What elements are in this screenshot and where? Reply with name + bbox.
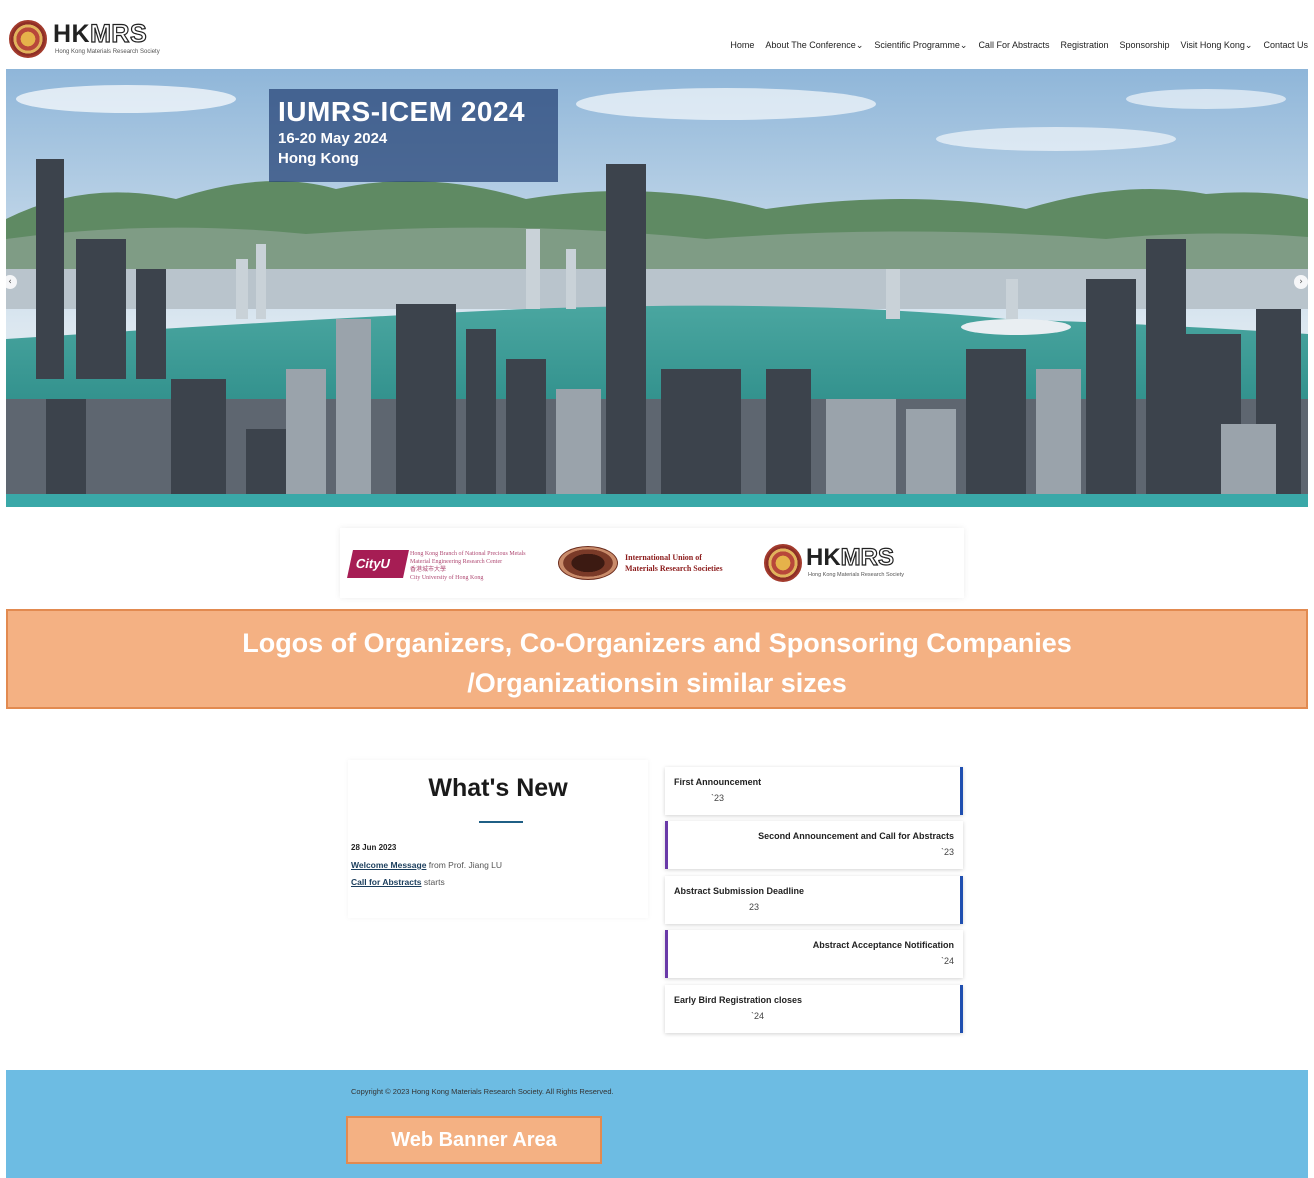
whats-new-title: What's New [428, 774, 568, 802]
hero-date: 16-20 May 2024 [278, 130, 388, 147]
timeline-item: Abstract Submission Deadline 23 [665, 876, 963, 924]
news-item-text: starts [421, 877, 445, 887]
hero-title: IUMRS-ICEM 2024 [278, 96, 526, 127]
hero-carousel[interactable]: IUMRS-ICEM 2024 16-20 May 2024 Hong Kong… [6, 69, 1308, 494]
logo-subtitle: Hong Kong Materials Research Society [55, 49, 160, 55]
hkmrs-seal-icon[interactable] [764, 544, 802, 582]
nav-visit-hong-kong[interactable]: Visit Hong Kong⌄ [1181, 40, 1253, 51]
cityu-logo-text: Hong Kong Branch of National Precious Me… [410, 550, 526, 582]
page: HKMRS Hong Kong Materials Research Socie… [0, 0, 1314, 1178]
news-item: Welcome Message from Prof. Jiang LU [351, 860, 502, 870]
banner-line-1: Logos of Organizers, Co-Organizers and S… [242, 628, 1072, 658]
welcome-message-link[interactable]: Welcome Message [351, 860, 426, 870]
web-banner-placeholder: Web Banner Area [346, 1116, 602, 1164]
timeline-title: Second Announcement and Call for Abstrac… [758, 831, 954, 841]
cityu-logo[interactable]: CityU [347, 550, 409, 578]
title-underline [479, 821, 523, 823]
hkmrs-logo-wordmark: HKMRS [806, 543, 895, 571]
timeline-item: Early Bird Registration closes `24 [665, 985, 963, 1033]
timeline-item: Second Announcement and Call for Abstrac… [665, 821, 963, 869]
cityu-line-2: Material Engineering Research Center [410, 559, 503, 565]
seal-icon [9, 20, 47, 58]
timeline-title: Abstract Submission Deadline [674, 886, 805, 896]
timeline-date: 23 [749, 902, 760, 912]
nav-sponsorship[interactable]: Sponsorship [1120, 40, 1170, 51]
timeline-item: Abstract Acceptance Notification `24 [665, 930, 963, 978]
nav-contact-us[interactable]: Contact Us [1263, 40, 1308, 51]
logos-placeholder-banner: Logos of Organizers, Co-Organizers and S… [6, 609, 1308, 709]
hero-place: Hong Kong [278, 150, 359, 167]
copyright-text: Copyright © 2023 Hong Kong Materials Res… [351, 1087, 614, 1096]
nav-scientific-programme[interactable]: Scientific Programme⌄ [874, 40, 967, 51]
timeline-date: `24 [940, 956, 954, 966]
iumrs-line-1: International Union of [625, 553, 702, 562]
site-header: HKMRS Hong Kong Materials Research Socie… [6, 6, 1308, 68]
news-date: 28 Jun 2023 [351, 843, 397, 852]
hkmrs-logo-subtitle: Hong Kong Materials Research Society [808, 572, 904, 578]
timeline-title: Abstract Acceptance Notification [812, 940, 954, 950]
timeline-date: `24 [751, 1011, 765, 1021]
nav-registration[interactable]: Registration [1060, 40, 1108, 51]
hero-divider-bar [6, 494, 1308, 507]
nav-home[interactable]: Home [730, 40, 754, 51]
timeline-date: `23 [711, 793, 725, 803]
hong-kong-skyline-image [6, 69, 1308, 494]
iumrs-logo-text: International Union of Materials Researc… [625, 552, 723, 574]
news-item: Call for Abstracts starts [351, 877, 445, 887]
hero-caption: IUMRS-ICEM 2024 16-20 May 2024 Hong Kong [269, 89, 558, 182]
cityu-line-1: Hong Kong Branch of National Precious Me… [410, 551, 526, 557]
hkmrs-logo[interactable]: HKMRS Hong Kong Materials Research Socie… [9, 18, 179, 58]
iumrs-line-2: Materials Research Societies [625, 564, 723, 573]
site-footer: Copyright © 2023 Hong Kong Materials Res… [6, 1070, 1308, 1178]
main-nav: Home About The Conference⌄ Scientific Pr… [730, 40, 1308, 51]
nav-call-for-abstracts[interactable]: Call For Abstracts [978, 40, 1049, 51]
cityu-line-4: City University of Hong Kong [410, 575, 484, 581]
cityu-line-3: 香港城市大學 [410, 567, 447, 573]
carousel-next-icon[interactable]: › [1294, 275, 1308, 289]
organizer-logos: CityU Hong Kong Branch of National Preci… [340, 528, 964, 598]
nav-about[interactable]: About The Conference⌄ [765, 40, 863, 51]
timeline-title: First Announcement [674, 777, 762, 787]
timeline-title: Early Bird Registration closes [674, 995, 803, 1005]
whats-new-panel: What's New 28 Jun 2023 Welcome Message f… [348, 760, 648, 918]
logo-wordmark: HKMRS [53, 19, 148, 48]
banner-line-2: /Organizationsin similar sizes [467, 668, 847, 698]
call-for-abstracts-link[interactable]: Call for Abstracts [351, 877, 422, 887]
news-item-text: from Prof. Jiang LU [426, 860, 503, 870]
timeline-date: `23 [940, 847, 954, 857]
globe-icon[interactable] [558, 546, 618, 580]
timeline-item: First Announcement `23 [665, 767, 963, 815]
